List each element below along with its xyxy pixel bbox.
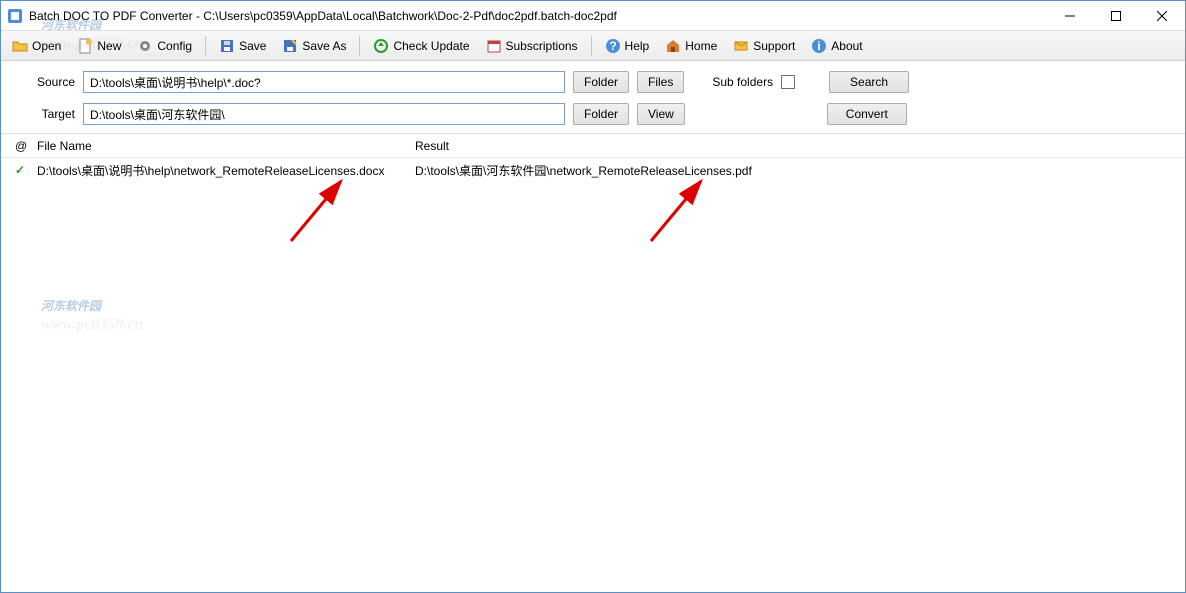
- svg-text:?: ?: [609, 39, 616, 53]
- about-button[interactable]: i About: [804, 35, 869, 57]
- source-folder-button[interactable]: Folder: [573, 71, 629, 93]
- target-row: Target Folder View Convert: [15, 103, 1171, 125]
- result-list-header: @ File Name Result: [1, 134, 1185, 158]
- search-button[interactable]: Search: [829, 71, 909, 93]
- target-folder-button[interactable]: Folder: [573, 103, 629, 125]
- source-files-button[interactable]: Files: [637, 71, 684, 93]
- target-input[interactable]: [83, 103, 565, 125]
- help-label: Help: [625, 39, 650, 53]
- saveas-icon: [282, 38, 298, 54]
- list-result: D:\tools\桌面\河东软件园\network_RemoteReleaseL…: [415, 162, 1185, 179]
- close-button[interactable]: [1139, 1, 1185, 31]
- toolbar: Open New Config Save Save As Check Updat…: [1, 31, 1185, 61]
- subscriptions-button[interactable]: Subscriptions: [479, 35, 585, 57]
- watermark: 河东软件园 www.pc0359.cn: [41, 5, 101, 37]
- check-icon: ✓: [15, 163, 37, 177]
- saveas-label: Save As: [302, 39, 346, 53]
- form-panel: Source Folder Files Sub folders Search T…: [1, 61, 1185, 134]
- config-label: Config: [157, 39, 192, 53]
- subfolders-checkbox[interactable]: [781, 75, 795, 89]
- subfolders-label: Sub folders: [712, 75, 773, 89]
- source-label: Source: [15, 75, 75, 89]
- folder-open-icon: [12, 38, 28, 54]
- info-icon: i: [811, 38, 827, 54]
- minimize-button[interactable]: [1047, 1, 1093, 31]
- convert-button[interactable]: Convert: [827, 103, 907, 125]
- maximize-button[interactable]: [1093, 1, 1139, 31]
- help-button[interactable]: ? Help: [598, 35, 657, 57]
- save-label: Save: [239, 39, 266, 53]
- home-icon: [665, 38, 681, 54]
- check-update-label: Check Update: [393, 39, 469, 53]
- target-label: Target: [15, 107, 75, 121]
- watermark: 河东软件园 www.pc0359.cn: [41, 286, 101, 318]
- home-label: Home: [685, 39, 717, 53]
- toolbar-separator: [591, 36, 592, 56]
- target-view-button[interactable]: View: [637, 103, 685, 125]
- column-status[interactable]: @: [15, 139, 37, 153]
- window-controls: [1047, 1, 1185, 31]
- about-label: About: [831, 39, 862, 53]
- annotation-arrow: [281, 171, 361, 251]
- support-icon: [733, 38, 749, 54]
- column-result[interactable]: Result: [415, 139, 1185, 153]
- home-button[interactable]: Home: [658, 35, 724, 57]
- help-icon: ?: [605, 38, 621, 54]
- source-input[interactable]: [83, 71, 565, 93]
- support-button[interactable]: Support: [726, 35, 802, 57]
- list-filename: D:\tools\桌面\说明书\help\network_RemoteRelea…: [37, 162, 415, 179]
- list-item[interactable]: ✓ D:\tools\桌面\说明书\help\network_RemoteRel…: [1, 158, 1185, 182]
- toolbar-separator: [205, 36, 206, 56]
- support-label: Support: [753, 39, 795, 53]
- saveas-button[interactable]: Save As: [275, 35, 353, 57]
- toolbar-separator: [359, 36, 360, 56]
- svg-text:i: i: [818, 39, 821, 53]
- check-update-button[interactable]: Check Update: [366, 35, 476, 57]
- subscriptions-label: Subscriptions: [506, 39, 578, 53]
- update-icon: [373, 38, 389, 54]
- save-button[interactable]: Save: [212, 35, 273, 57]
- calendar-icon: [486, 38, 502, 54]
- save-icon: [219, 38, 235, 54]
- window-title: Batch DOC TO PDF Converter - C:\Users\pc…: [29, 9, 1047, 23]
- annotation-arrow: [641, 171, 721, 251]
- source-row: Source Folder Files Sub folders Search: [15, 71, 1171, 93]
- app-icon: [7, 8, 23, 24]
- titlebar: Batch DOC TO PDF Converter - C:\Users\pc…: [1, 1, 1185, 31]
- column-filename[interactable]: File Name: [37, 139, 415, 153]
